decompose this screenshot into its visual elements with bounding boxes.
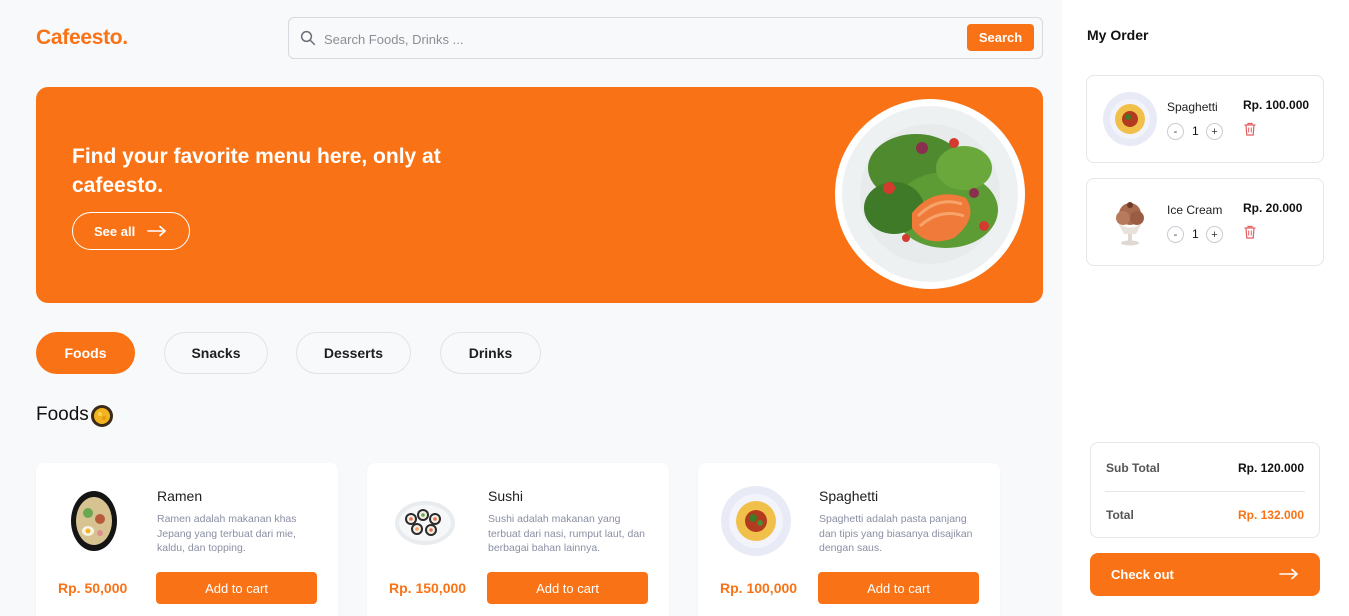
product-card-sushi: Sushi Sushi adalah makanan yang terbuat … [367, 463, 669, 616]
add-to-cart-button[interactable]: Add to cart [818, 572, 979, 604]
trash-icon[interactable] [1243, 122, 1257, 136]
decrease-qty-button[interactable]: - [1167, 226, 1184, 243]
order-item-price: Rp. 100.000 [1243, 98, 1310, 112]
category-tab-drinks[interactable]: Drinks [440, 332, 541, 374]
order-item-qty: 1 [1192, 124, 1199, 138]
order-summary: Sub Total Rp. 120.000 Total Rp. 132.000 [1090, 442, 1320, 538]
order-item-ice-cream: Ice Cream Rp. 20.000 - 1 + [1086, 178, 1324, 266]
ice-cream-image [1116, 202, 1144, 246]
arrow-right-icon [147, 225, 166, 237]
hero-banner: Find your favorite menu here, only at ca… [36, 87, 1043, 303]
hero-headline: Find your favorite menu here, only at ca… [72, 145, 441, 197]
total-label: Total [1106, 508, 1134, 522]
product-card-spaghetti: Spaghetti Spaghetti adalah pasta panjang… [698, 463, 1000, 616]
total-value: Rp. 132.000 [1237, 508, 1304, 522]
product-name: Spaghetti [819, 488, 879, 504]
search-bar: Search [288, 17, 1043, 59]
bowl-icon [91, 405, 113, 427]
product-card-ramen: Ramen Ramen adalah makanan khas Jepang y… [36, 463, 338, 616]
order-item-price: Rp. 20.000 [1243, 201, 1303, 215]
decrease-qty-button[interactable]: - [1167, 123, 1184, 140]
search-input[interactable] [324, 28, 944, 50]
see-all-label: See all [94, 224, 136, 239]
product-price: Rp. 150,000 [389, 580, 467, 596]
order-title: My Order [1087, 27, 1149, 43]
salad-plate-image [835, 99, 1025, 289]
trash-icon[interactable] [1243, 225, 1257, 239]
brand-logo[interactable]: Cafeesto. [36, 26, 128, 50]
product-price: Rp. 50,000 [58, 580, 128, 596]
sushi-image [395, 501, 455, 545]
spaghetti-image [1103, 92, 1157, 146]
search-icon [300, 30, 316, 46]
order-item-spaghetti: Spaghetti Rp. 100.000 - 1 + [1086, 75, 1324, 163]
subtotal-label: Sub Total [1106, 461, 1160, 475]
main-content: Cafeesto. Search Find your favorite menu… [0, 0, 1062, 616]
order-item-name: Ice Cream [1167, 203, 1223, 217]
product-description: Ramen adalah makanan khas Jepang yang te… [157, 513, 297, 554]
order-item-name: Spaghetti [1167, 100, 1218, 114]
summary-divider [1105, 491, 1305, 492]
see-all-button[interactable]: See all [72, 212, 190, 250]
search-button[interactable]: Search [967, 24, 1034, 51]
category-tab-foods[interactable]: Foods [36, 332, 135, 374]
order-sidebar: My Order Spaghetti Rp. 100.000 - 1 + Ice… [1062, 0, 1349, 616]
order-item-qty: 1 [1192, 227, 1199, 241]
product-description: Sushi adalah makanan yang terbuat dari n… [488, 513, 646, 554]
add-to-cart-button[interactable]: Add to cart [156, 572, 317, 604]
product-name: Sushi [488, 488, 524, 504]
subtotal-value: Rp. 120.000 [1237, 461, 1304, 475]
ramen-image [71, 491, 117, 551]
category-tab-desserts[interactable]: Desserts [296, 332, 411, 374]
spaghetti-image [721, 486, 791, 556]
arrow-right-icon [1279, 568, 1298, 580]
category-tab-snacks[interactable]: Snacks [164, 332, 268, 374]
checkout-label: Check out [1111, 567, 1174, 582]
section-title: Foods [36, 404, 89, 425]
product-price: Rp. 100,000 [720, 580, 798, 596]
increase-qty-button[interactable]: + [1206, 226, 1223, 243]
product-description: Spaghetti adalah pasta panjang dan tipis… [819, 513, 973, 554]
add-to-cart-button[interactable]: Add to cart [487, 572, 648, 604]
increase-qty-button[interactable]: + [1206, 123, 1223, 140]
product-name: Ramen [157, 488, 203, 504]
checkout-button[interactable]: Check out [1090, 553, 1320, 596]
